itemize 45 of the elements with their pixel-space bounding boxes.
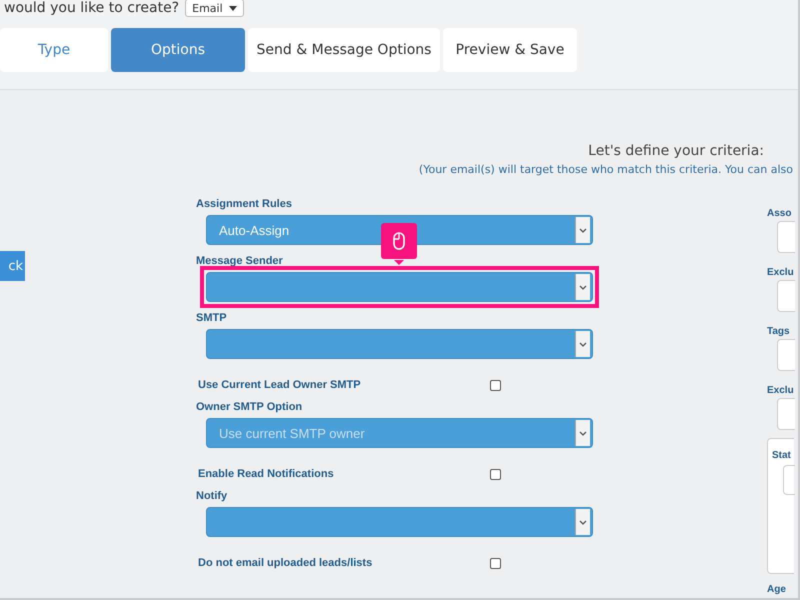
- criteria-subtitle: (Your email(s) will target those who match this criteria. You can also: [418, 163, 793, 176]
- chevron-down-icon: [579, 284, 587, 290]
- checkbox[interactable]: [490, 558, 501, 568]
- field-label: Message Sender: [196, 255, 284, 268]
- dropdown[interactable]: [206, 329, 593, 359]
- checkbox[interactable]: [490, 380, 501, 390]
- dropdown[interactable]: Use current SMTP owner: [206, 418, 593, 448]
- input-field[interactable]: [777, 339, 795, 371]
- caret-icon: [228, 6, 237, 10]
- chevron-down-icon: [579, 520, 587, 524]
- checkbox-label: Do not email uploaded leads/lists: [198, 557, 374, 569]
- input-field[interactable]: [783, 465, 795, 495]
- checkbox-label: Use Current Lead Owner SMTP: [198, 379, 362, 391]
- field-label: Asso: [767, 208, 792, 221]
- checkbox[interactable]: [490, 468, 501, 480]
- field-label: Tags: [767, 326, 791, 339]
- tab[interactable]: Type: [0, 28, 108, 72]
- type-dropdown[interactable]: Email: [185, 0, 244, 17]
- dropdown-placeholder: Use current SMTP owner: [219, 426, 366, 440]
- field-label: Owner SMTP Option: [196, 401, 304, 414]
- dropdown[interactable]: Auto-Assign: [206, 215, 593, 245]
- tab[interactable]: Send & Message Options: [248, 28, 440, 72]
- input-field[interactable]: [777, 398, 795, 430]
- field-label: Stat: [772, 450, 792, 463]
- chevron-down-icon: [579, 228, 587, 232]
- checkbox-label: Enable Read Notifications: [198, 468, 335, 480]
- input-field[interactable]: [777, 221, 795, 253]
- field-label: Exclu: [767, 267, 794, 280]
- question-text: would you like to create?: [4, 0, 180, 16]
- dropdown-value: Auto-Assign: [219, 222, 290, 238]
- tab[interactable]: Preview & Save: [443, 28, 577, 72]
- chevron-down-icon: [579, 342, 587, 346]
- chevron-down-icon: [579, 430, 587, 436]
- field-label: Exclu: [767, 385, 794, 398]
- dropdown[interactable]: [206, 272, 593, 302]
- field-label: SMTP: [196, 312, 228, 325]
- field-label: Assignment Rules: [196, 198, 293, 211]
- input-field[interactable]: [777, 280, 795, 312]
- field-label: Notify: [196, 490, 228, 503]
- back-button[interactable]: ck: [0, 251, 25, 281]
- criteria-title: Let's define your criteria:: [588, 143, 764, 159]
- mouse-icon: [393, 232, 405, 250]
- field-label: Age: [767, 584, 787, 597]
- tab[interactable]: Options: [111, 28, 245, 72]
- dropdown[interactable]: [206, 507, 593, 537]
